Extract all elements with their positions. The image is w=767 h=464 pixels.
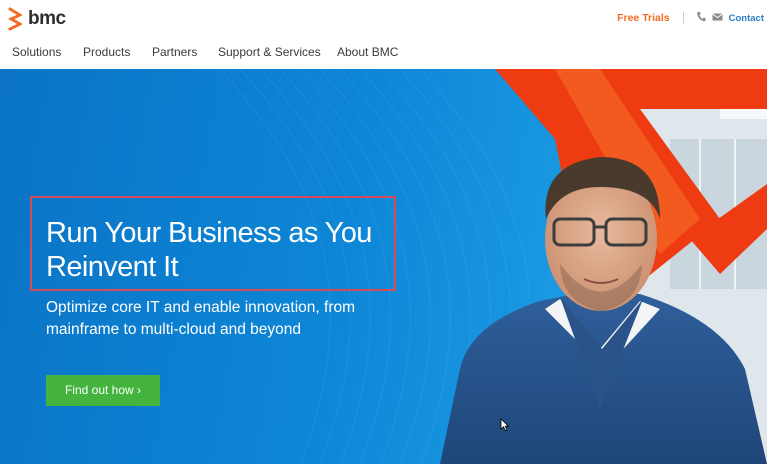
brand-name: bmc — [28, 8, 66, 29]
mail-icon[interactable] — [711, 12, 723, 24]
find-out-how-button[interactable]: Find out how › — [46, 375, 160, 406]
nav-products[interactable]: Products — [83, 45, 130, 59]
free-trials-link[interactable]: Free Trials — [617, 12, 670, 24]
contact-link[interactable]: Contact — [729, 13, 764, 24]
hero-banner: Run Your Business as You Reinvent It Opt… — [0, 69, 767, 464]
nav-partners[interactable]: Partners — [152, 45, 197, 59]
mouse-cursor-icon — [500, 418, 510, 432]
utility-links: Free Trials Contact — [617, 11, 764, 25]
nav-solutions[interactable]: Solutions — [12, 45, 61, 59]
phone-icon[interactable] — [696, 11, 706, 25]
bmc-logo[interactable]: bmc — [8, 7, 66, 31]
bmc-logo-icon — [8, 7, 22, 31]
utility-divider — [682, 12, 684, 24]
main-nav: Solutions Products Partners Support & Se… — [0, 38, 767, 69]
nav-about-bmc[interactable]: About BMC — [337, 45, 398, 59]
nav-support-services[interactable]: Support & Services — [218, 45, 321, 59]
hero-subtext: Optimize core IT and enable innovation, … — [46, 299, 356, 338]
top-bar: bmc Free Trials Contact — [0, 0, 767, 38]
hero-headline: Run Your Business as You Reinvent It — [46, 217, 372, 283]
